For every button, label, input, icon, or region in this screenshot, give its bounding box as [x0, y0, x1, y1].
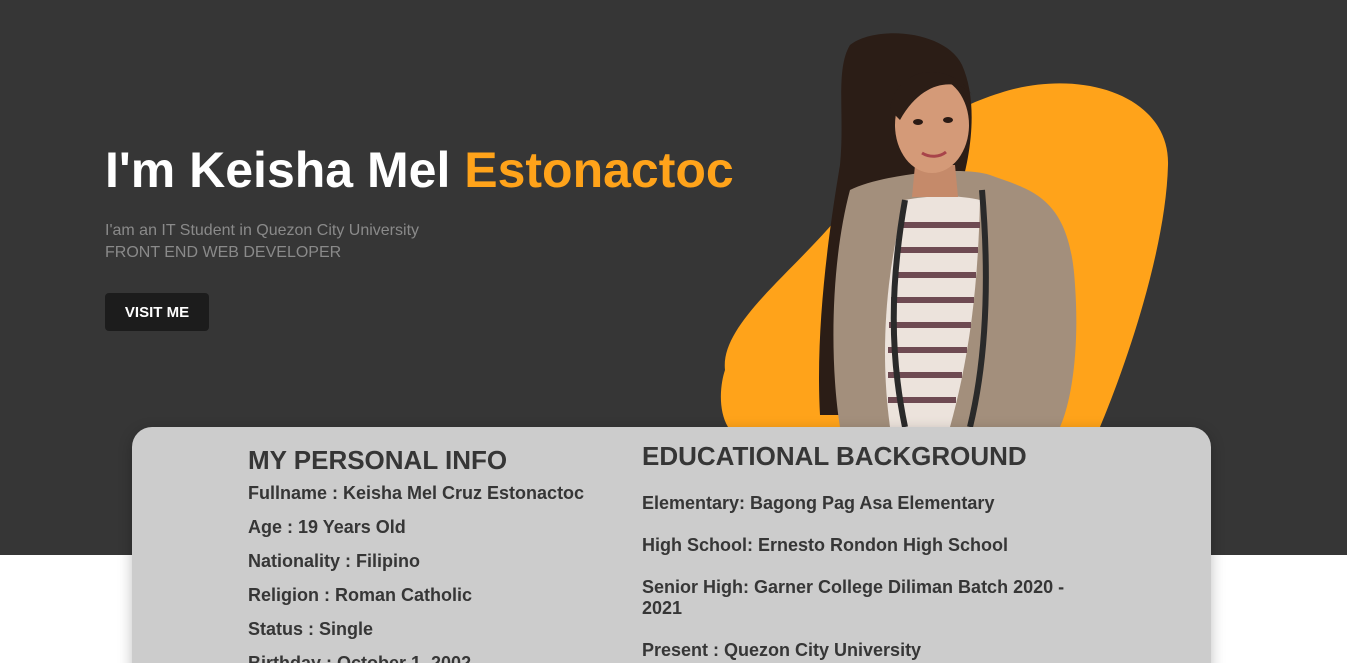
- personal-info-age: Age : 19 Years Old: [248, 517, 406, 537]
- personal-info-status: Status : Single: [248, 619, 374, 639]
- education-high-school: High School: Ernesto Rondon High School: [642, 535, 1008, 555]
- education-present: Present : Quezon City University: [642, 640, 922, 660]
- education-elementary: Elementary: Bagong Pag Asa Elementary: [642, 493, 995, 513]
- education-title: EDUCATIONAL BACKGROUND: [642, 441, 1027, 471]
- profile-photo: [720, 33, 1169, 427]
- hero-subtitle: I'am an IT Student in Quezon City Univer…: [105, 220, 419, 264]
- hero-title-surname: Estonactoc: [464, 142, 734, 198]
- hero-title: I'm Keisha Mel Estonactoc: [105, 140, 734, 200]
- personal-info-fullname: Fullname : Keisha Mel Cruz Estonactoc: [248, 483, 585, 503]
- info-card: MY PERSONAL INFO Fullname : Keisha Mel C…: [132, 427, 1211, 663]
- hero-subtitle-line-2: FRONT END WEB DEVELOPER: [105, 244, 342, 261]
- hero-subtitle-line-1: I'am an IT Student in Quezon City Univer…: [105, 222, 420, 239]
- personal-info-religion: Religion : Roman Catholic: [248, 585, 473, 605]
- personal-info-title: MY PERSONAL INFO: [248, 445, 508, 475]
- visit-me-button[interactable]: VISIT ME: [105, 293, 209, 331]
- page: I'm Keisha Mel Estonactoc I'am an IT Stu…: [0, 0, 1347, 663]
- personal-info-birthday: Birthday : October 1, 2002: [248, 653, 472, 663]
- hero-title-name: I'm Keisha Mel: [105, 142, 465, 198]
- personal-info-nationality: Nationality : Filipino: [248, 551, 420, 571]
- education-senior-high: Senior High: Garner College Diliman Batc…: [642, 577, 1065, 618]
